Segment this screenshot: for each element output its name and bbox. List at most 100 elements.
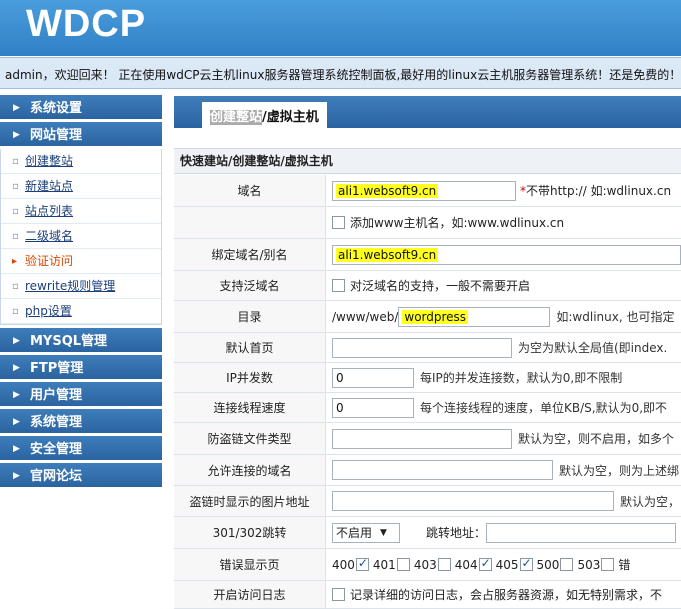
error-code-checkbox[interactable]	[396, 558, 410, 571]
add-www-label	[174, 207, 326, 238]
directory-input[interactable]: wordpress	[398, 306, 551, 327]
hotlink-image-note: 默认为空，	[620, 494, 681, 509]
error-page-option: 404	[455, 556, 492, 572]
error-code-label: 500	[536, 557, 560, 572]
default-page-label: 默认首页	[174, 333, 326, 362]
allowed-domains-note: 默认为空，则为上述绑	[559, 463, 680, 478]
error-code-label: 503	[577, 557, 601, 572]
sidebar: ▶ 系统设置 ▶ 网站管理 ▫ 创建整站 ▫ 新建站点 ▫ 站点列表 ▫ 二级域名 ▸ 验证访…	[0, 95, 162, 490]
menu-label: 官网论坛	[30, 469, 83, 484]
bullet-icon: ▫	[12, 181, 19, 192]
row-default-page: 默认首页 为空为默认全局值(即index.	[174, 333, 681, 363]
hotlink-types-note: 默认为空，则不启用，如多个	[518, 432, 675, 446]
arrow-right-icon: ▶	[13, 417, 20, 427]
sidebar-item-site-list[interactable]: ▫ 站点列表	[1, 199, 161, 224]
domain-label: 域名	[174, 175, 326, 206]
error-page-option: 503	[577, 557, 615, 572]
directory-label: 目录	[174, 301, 326, 332]
sidebar-item-new-site[interactable]: ▫ 新建站点	[1, 174, 161, 199]
hotlink-types-label: 防盗链文件类型	[174, 423, 326, 454]
default-page-input[interactable]	[332, 337, 512, 358]
arrow-right-icon: ▶	[13, 471, 20, 481]
wildcard-checkbox[interactable]	[332, 279, 345, 292]
menu-mysql-management[interactable]: ▶ MYSQL管理	[0, 328, 162, 355]
menu-ftp-management[interactable]: ▶ FTP管理	[0, 355, 162, 382]
form-title: 快速建站/创建整站/虚拟主机	[174, 148, 681, 174]
error-code-checkbox[interactable]	[355, 556, 369, 571]
header-bar: WDCP	[0, 0, 681, 56]
menu-system-management[interactable]: ▶ 系统管理	[0, 409, 162, 436]
hotlink-image-label: 盗链时显示的图片地址	[174, 486, 326, 516]
row-add-www: 添加www主机名，如:www.wdlinux.cn	[174, 207, 681, 239]
menu-site-management[interactable]: ▶ 网站管理	[0, 122, 162, 149]
menu-system-settings[interactable]: ▶ 系统设置	[0, 95, 162, 122]
tab-create-site[interactable]: 创建整站/虚拟主机	[202, 102, 327, 128]
menu-label: 系统管理	[30, 415, 83, 430]
hotlink-types-input[interactable]	[332, 428, 512, 449]
directory-prefix: /www/web/	[332, 309, 399, 324]
ip-concurrency-label: IP并发数	[174, 363, 326, 392]
sidebar-item-label: 二级域名	[25, 229, 74, 243]
allowed-domains-input[interactable]	[332, 460, 553, 480]
error-code-checkbox[interactable]	[519, 556, 533, 571]
redirect-select-value: 不启用	[336, 525, 373, 540]
add-www-text: 添加www主机名，如:www.wdlinux.cn	[350, 216, 565, 230]
redirect-addr-input[interactable]	[486, 522, 677, 543]
alias-value: ali1.websoft9.cn	[336, 247, 439, 262]
error-code-checkbox[interactable]	[601, 558, 615, 571]
domain-input[interactable]: ali1.websoft9.cn	[332, 180, 516, 201]
sidebar-item-label: 创建整站	[25, 154, 74, 168]
redirect-select[interactable]: 不启用 ▼	[332, 522, 400, 543]
row-hotlink-types: 防盗链文件类型 默认为空，则不启用，如多个	[174, 423, 681, 455]
wdcp-logo: WDCP	[26, 3, 147, 45]
menu-label: MYSQL管理	[30, 334, 108, 349]
error-page-option: 401	[373, 558, 410, 572]
error-code-checkbox[interactable]	[560, 558, 574, 571]
menu-user-management[interactable]: ▶ 用户管理	[0, 382, 162, 409]
menu-label: FTP管理	[30, 361, 84, 376]
sidebar-item-auth-access[interactable]: ▸ 验证访问	[1, 249, 161, 274]
row-wildcard: 支持泛域名 对泛域名的支持，一般不需要开启	[174, 271, 681, 301]
error-page-option: 错	[618, 556, 630, 573]
arrow-right-icon: ▶	[13, 363, 20, 373]
row-domain: 域名 ali1.websoft9.cn * 不带http:// 如:wdlinu…	[174, 175, 681, 207]
access-log-checkbox[interactable]	[332, 588, 345, 601]
menu-official-forum[interactable]: ▶ 官网论坛	[0, 463, 162, 490]
alias-input[interactable]: ali1.websoft9.cn	[332, 244, 681, 265]
row-alias: 绑定域名/别名 ali1.websoft9.cn	[174, 239, 681, 271]
menu-label: 系统设置	[30, 101, 83, 116]
menu-security-management[interactable]: ▶ 安全管理	[0, 436, 162, 463]
ip-concurrency-input[interactable]: 0	[332, 367, 414, 388]
row-access-log: 开启访问日志 记录详细的访问日志，会占服务器资源，如无特别需求，不	[174, 581, 681, 609]
error-page-option: 405	[496, 556, 533, 572]
error-page-option: 403	[414, 558, 451, 572]
error-code-label: 401	[372, 557, 396, 572]
sidebar-item-create-site[interactable]: ▫ 创建整站	[1, 149, 161, 174]
thread-speed-input[interactable]: 0	[332, 397, 414, 418]
arrow-right-icon: ▶	[13, 390, 20, 400]
welcome-text: admin，欢迎回来！ 正在使用wdCP云主机linux服务器管理系统控制面板,…	[5, 68, 681, 82]
redirect-label: 301/302跳转	[174, 517, 326, 548]
wildcard-text: 对泛域名的支持，一般不需要开启	[350, 279, 531, 293]
arrow-right-icon: ▸	[12, 256, 18, 267]
bullet-icon: ▫	[12, 206, 19, 217]
hotlink-image-input[interactable]	[332, 491, 614, 511]
error-pages-label: 错误显示页	[174, 549, 326, 580]
welcome-bar: admin，欢迎回来！ 正在使用wdCP云主机linux服务器管理系统控制面板,…	[0, 57, 681, 89]
sidebar-item-php-settings[interactable]: ▫ php设置	[1, 299, 161, 324]
sidebar-item-label: 站点列表	[25, 204, 74, 218]
error-code-checkbox[interactable]	[478, 556, 492, 571]
arrow-right-icon: ▶	[13, 444, 20, 454]
error-code-checkbox[interactable]	[437, 558, 451, 571]
sidebar-item-rewrite-rules[interactable]: ▫ rewrite规则管理	[1, 274, 161, 299]
sidebar-item-subdomain[interactable]: ▫ 二级域名	[1, 224, 161, 249]
row-directory: 目录 /www/web/ wordpress 如:wdlinux, 也可指定	[174, 301, 681, 333]
add-www-checkbox[interactable]	[332, 216, 345, 229]
menu-label: 网站管理	[30, 128, 83, 143]
redirect-addr-label: 跳转地址：	[426, 526, 487, 540]
error-page-option: 500	[537, 558, 574, 572]
error-page-option: 400	[332, 556, 369, 572]
arrow-right-icon: ▶	[13, 336, 20, 346]
arrow-right-icon: ▶	[13, 130, 20, 140]
thread-speed-note: 每个连接线程的速度，单位KB/S,默认为0,即不	[420, 401, 668, 415]
